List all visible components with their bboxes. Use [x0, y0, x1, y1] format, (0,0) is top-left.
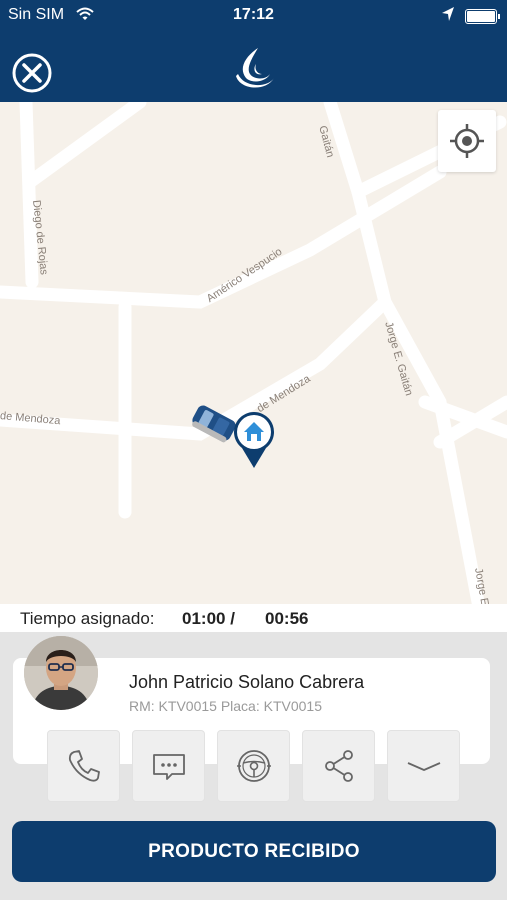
close-button[interactable]	[12, 53, 52, 93]
crosshair-icon	[450, 124, 484, 158]
timer-bar: Tiempo asignado: 01:00 / 00:56	[0, 604, 507, 632]
top-bar: Sin SIM 17:12	[0, 0, 507, 102]
phone-icon	[68, 750, 100, 782]
status-time: 17:12	[233, 6, 274, 23]
map-view[interactable]: Gaitán Diego de Rojas Américo Vespucio J…	[0, 102, 507, 604]
location-arrow-icon	[440, 5, 456, 28]
product-received-button[interactable]: PRODUCTO RECIBIDO	[12, 821, 496, 882]
battery-icon	[465, 9, 500, 24]
swirl-logo-icon	[232, 46, 276, 92]
map-roads	[0, 102, 507, 604]
driving-button[interactable]	[217, 730, 290, 802]
share-button[interactable]	[302, 730, 375, 802]
driver-details: RM: KTV0015 Placa: KTV0015	[129, 698, 322, 714]
timer-remaining: 00:56	[265, 609, 309, 628]
chevron-down-icon	[407, 762, 441, 771]
driver-name: John Patricio Solano Cabrera	[129, 672, 365, 692]
collapse-button[interactable]	[387, 730, 460, 802]
locate-button[interactable]	[438, 110, 496, 172]
timer-total: 01:00 /	[182, 609, 235, 628]
status-bar: Sin SIM 17:12	[0, 0, 507, 32]
steering-wheel-icon	[237, 750, 271, 782]
share-icon	[325, 750, 353, 782]
timer-label: Tiempo asignado:	[20, 609, 155, 628]
close-circle-icon	[12, 53, 52, 93]
home-pin-icon[interactable]	[232, 410, 276, 470]
call-button[interactable]	[47, 730, 120, 802]
chat-icon	[153, 754, 185, 780]
message-button[interactable]	[132, 730, 205, 802]
avatar	[24, 636, 98, 710]
